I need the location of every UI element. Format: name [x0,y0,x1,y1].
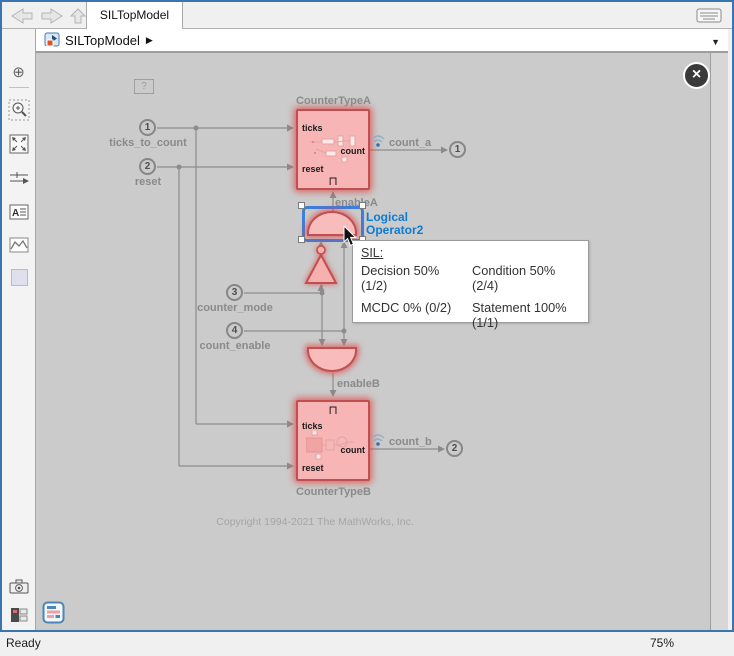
keyboard-shortcuts-icon[interactable] [696,8,722,23]
metric-statement: Statement 100% (1/1) [472,300,582,330]
model-icon [44,32,61,48]
palette-separator [9,87,29,88]
count-b-logging-icon[interactable] [371,433,385,447]
coverage-tooltip: SIL: Decision 50% (1/2) Condition 50% (2… [352,240,589,323]
counter-b-block[interactable]: ⊓ ticks reset count [296,400,370,481]
toolbar: SILTopModel [2,2,732,29]
not-gate-block[interactable] [303,243,341,287]
explorer-glyph: ⊕ [12,64,25,81]
counter-a-block[interactable]: ticks reset count ⊓ [296,109,370,190]
inport-4[interactable]: 4 [226,322,243,339]
inport-2[interactable]: 2 [139,158,156,175]
counter-a-subsystem-preview [308,135,360,165]
status-text: Ready [6,636,41,650]
logical-operator2-label: Logical Operator2 [366,211,423,237]
inport-4-label: count_enable [175,340,295,352]
zoom-level: 75% [640,636,684,650]
selection-handle[interactable] [298,202,305,209]
help-placeholder-box[interactable]: ? [134,79,154,94]
status-bar: Ready 75% [0,632,734,656]
counter-a-port-ticks: ticks [302,123,323,133]
counter-a-enable-symbol: ⊓ [298,174,368,188]
palette-sidebar: ⊕ A [2,29,36,630]
inport-1[interactable]: 1 [139,119,156,136]
inport-3[interactable]: 3 [226,284,243,301]
svg-text:A: A [12,208,19,219]
counter-a-port-reset: reset [302,164,324,174]
counter-a-title: CounterTypeA [296,95,370,107]
count-a-logging-icon[interactable] [371,134,385,148]
selection-handle[interactable] [298,236,305,243]
inport-1-label: ticks_to_count [86,137,210,149]
vertical-scrollbar[interactable] [710,52,728,630]
tooltip-metrics: Decision 50% (1/2) Condition 50% (2/4) M… [361,263,582,330]
breadcrumb-model-name[interactable]: SILTopModel [65,33,140,48]
tooltip-title: SIL: [361,246,588,260]
metric-condition: Condition 50% (2/4) [472,263,582,293]
outport-2[interactable]: 2 [446,440,463,457]
mouse-cursor [343,226,358,248]
area-tool-icon[interactable] [11,269,28,286]
breadcrumb-bar: SILTopModel ▶ ▼ [36,29,728,52]
count-a-signal-label: count_a [389,137,435,149]
outport-1[interactable]: 1 [449,141,466,158]
inport-2-label: reset [108,176,188,188]
counter-b-enable-symbol: ⊓ [298,403,368,417]
hide-explorer-bar-icon[interactable]: ⊕ [2,63,35,82]
counter-b-title: CounterTypeB [296,486,370,498]
back-button[interactable] [10,7,34,25]
count-b-signal-label: count_b [389,436,435,448]
inport-3-label: counter_mode [175,302,295,314]
counter-b-subsystem-preview [306,430,360,462]
copyright-annotation: Copyright 1994-2021 The MathWorks, Inc. [205,516,425,528]
breadcrumb-caret-icon[interactable]: ▶ [146,35,153,46]
breadcrumb-dropdown-icon[interactable]: ▼ [711,37,720,47]
close-icon[interactable]: × [683,62,710,89]
enable-b-signal-label: enableB [337,378,387,390]
forward-button[interactable] [40,7,64,25]
tab-siltopmodel[interactable]: SILTopModel [86,2,183,29]
metric-mcdc: MCDC 0% (0/2) [361,300,468,330]
coverage-report-badge[interactable] [42,601,65,624]
counter-b-port-reset: reset [302,463,324,473]
selection-handle[interactable] [359,202,366,209]
logical-operator2-label-line2: Operator2 [366,224,423,237]
metric-decision: Decision 50% (1/2) [361,263,468,293]
